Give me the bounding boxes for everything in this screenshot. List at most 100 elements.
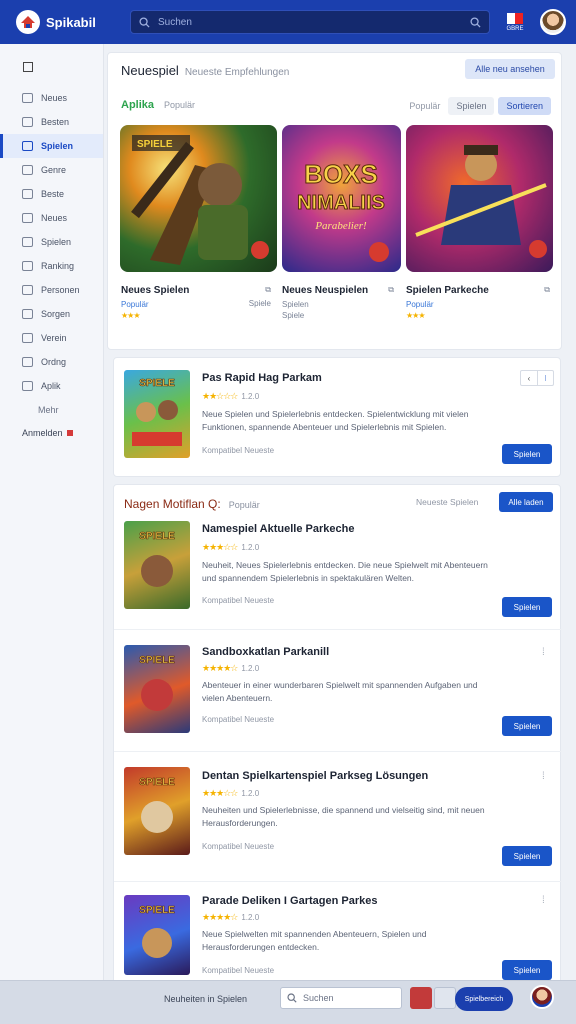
tile-art-label: SPIELE <box>137 139 173 150</box>
search-bar[interactable]: Suchen <box>130 10 490 34</box>
tile-caption: Spielen Parkeche Populär ★★★ ⧉ <box>406 285 550 320</box>
rating-value: 1.2.0 <box>241 664 260 673</box>
game-title[interactable]: Dentan Spielkartenspiel Parkseg Lösungen <box>202 770 428 782</box>
sidebar-item[interactable]: Spielen <box>0 230 103 254</box>
more-options-icon[interactable]: ⁞ <box>542 895 552 907</box>
language-flag-icon[interactable]: GBRE <box>504 8 526 36</box>
rating-stars: ★★★☆☆ <box>202 542 238 552</box>
sidebar-item[interactable]: Neues <box>0 206 103 230</box>
sidebar-login[interactable]: Anmelden <box>0 428 103 438</box>
game-tile[interactable]: BOXS NIMALIIS Parabelier! <box>282 125 401 272</box>
sidebar-item[interactable]: Spielen <box>0 134 103 158</box>
filter-pill[interactable]: Spielen <box>448 97 495 115</box>
sidebar-item[interactable]: Ranking <box>0 254 103 278</box>
list-aside[interactable]: Neueste Spielen <box>416 497 478 507</box>
sidebar-item-label: Genre <box>41 165 67 175</box>
filter-label[interactable]: Populär <box>409 101 440 111</box>
play-button[interactable]: Spielen <box>502 716 552 736</box>
game-hub-pill[interactable]: Spielbereich <box>455 987 513 1011</box>
tile-art-line2: NIMALIIS <box>297 192 385 214</box>
featured-panel: Neuespiel Neueste Empfehlungen Alle neu … <box>107 52 562 350</box>
trophy-icon <box>22 189 33 199</box>
search-input[interactable]: Suchen <box>158 17 470 28</box>
sidebar-item[interactable]: Neues <box>0 86 103 110</box>
search-submit-icon[interactable] <box>470 16 481 28</box>
view-all-button[interactable]: Alle neu ansehen <box>465 59 555 79</box>
game-tile[interactable] <box>406 125 553 272</box>
app-shortcut-icon[interactable] <box>434 987 456 1009</box>
bottom-search-input[interactable]: Suchen <box>303 993 334 1003</box>
game-rating: ★★★★☆ 1.2.0 <box>202 663 259 674</box>
sidebar-item-more[interactable]: Mehr <box>0 398 103 422</box>
section-title: Aplika <box>121 99 155 111</box>
play-button[interactable]: Spielen <box>502 444 552 464</box>
tile-name[interactable]: Neues Spielen <box>121 285 271 296</box>
tile-caption: Neues Spielen Populär ★★★ ⧉ Spiele <box>121 285 271 320</box>
sidebar-item[interactable]: Genre <box>0 158 103 182</box>
play-button[interactable]: Spielen <box>502 960 552 980</box>
thumbnail-label: SPIELE <box>139 378 175 389</box>
game-thumbnail[interactable]: SPIELE <box>124 895 190 975</box>
tile-side-meta: Spiele <box>248 299 271 308</box>
view-toggle[interactable]: ‹ ⁝ <box>520 370 554 386</box>
game-title[interactable]: Namespiel Aktuelle Parkeche <box>202 523 354 535</box>
tile-stars: ★★★ <box>121 311 141 320</box>
logo-icon[interactable] <box>16 10 40 34</box>
play-button[interactable]: Spielen <box>502 597 552 617</box>
user-avatar[interactable] <box>540 9 566 35</box>
brand-name[interactable]: Spikabil <box>46 15 110 30</box>
tile-art-line3: Parabelier! <box>314 220 367 232</box>
tile-meta-2: Spiele <box>282 311 305 320</box>
game-thumbnail[interactable]: SPIELE <box>124 370 190 458</box>
grid-view-icon[interactable]: ⁝ <box>537 371 553 385</box>
list-icon <box>22 357 33 367</box>
sidebar-item[interactable]: Besten <box>0 110 103 134</box>
game-description: Neuheit, Neues Spielerlebnis entdecken. … <box>202 560 488 583</box>
game-footer-meta: Kompatibel Neueste <box>202 446 275 455</box>
game-shortcut-icon[interactable] <box>410 987 432 1009</box>
more-options-icon[interactable]: ⁞ <box>542 771 552 783</box>
bottom-search[interactable]: Suchen <box>280 987 402 1009</box>
more-options-icon[interactable]: ⁞ <box>542 647 552 659</box>
page-title: Neuespiel <box>121 63 179 78</box>
bookmark-icon[interactable]: ⧉ <box>544 285 550 295</box>
sidebar-item-label: Spielen <box>41 141 74 151</box>
sidebar-item-label: Sorgen <box>41 309 71 319</box>
bookmark-icon[interactable]: ⧉ <box>388 285 394 295</box>
game-tile[interactable]: SPIELE <box>120 125 277 272</box>
collapse-icon[interactable] <box>23 62 33 72</box>
tile-name[interactable]: Spielen Parkeche <box>406 285 550 296</box>
bookmark-icon[interactable]: ⧉ <box>265 285 271 295</box>
tile-stars: ★★★ <box>406 311 426 320</box>
sidebar-item-label: Verein <box>41 333 67 343</box>
grid-icon <box>22 165 33 175</box>
sidebar-item[interactable]: Ordng <box>0 350 103 374</box>
game-thumbnail[interactable]: SPIELE <box>124 521 190 609</box>
play-button[interactable]: Spielen <box>502 846 552 866</box>
sort-pill[interactable]: Sortieren <box>498 97 551 115</box>
people-icon <box>22 285 33 295</box>
sidebar-item[interactable]: Aplik <box>0 374 103 398</box>
tile-name[interactable]: Neues Neuspielen <box>282 285 394 296</box>
game-title[interactable]: Sandboxkatlan Parkanill <box>202 646 329 658</box>
sidebar-item[interactable]: Sorgen <box>0 302 103 326</box>
game-thumbnail[interactable]: SPIELE <box>124 645 190 733</box>
sidebar-item[interactable]: Verein <box>0 326 103 350</box>
load-all-button[interactable]: Alle laden <box>499 492 553 512</box>
section-subtitle: Populär <box>164 100 196 110</box>
sidebar-item-label: Personen <box>41 285 80 295</box>
home-icon <box>22 93 33 103</box>
game-title[interactable]: Parade Deliken I Gartagen Parkes <box>202 895 377 907</box>
game-title[interactable]: Pas Rapid Hag Parkam <box>202 372 322 384</box>
spotlight-card: SPIELE Pas Rapid Hag Parkam ★★☆☆☆ 1.2.0 N… <box>113 357 561 477</box>
list-view-icon[interactable]: ‹ <box>521 371 537 385</box>
gamepad-icon <box>22 141 33 151</box>
sidebar-item-label: Neues <box>41 213 68 223</box>
sidebar-item[interactable]: Personen <box>0 278 103 302</box>
clock-icon <box>22 213 33 223</box>
sidebar-item[interactable]: Beste <box>0 182 103 206</box>
user-avatar[interactable] <box>530 985 554 1009</box>
game-thumbnail[interactable]: SPIELE <box>124 767 190 855</box>
rating-value: 1.2.0 <box>241 913 260 922</box>
rating-value: 1.2.0 <box>241 789 260 798</box>
